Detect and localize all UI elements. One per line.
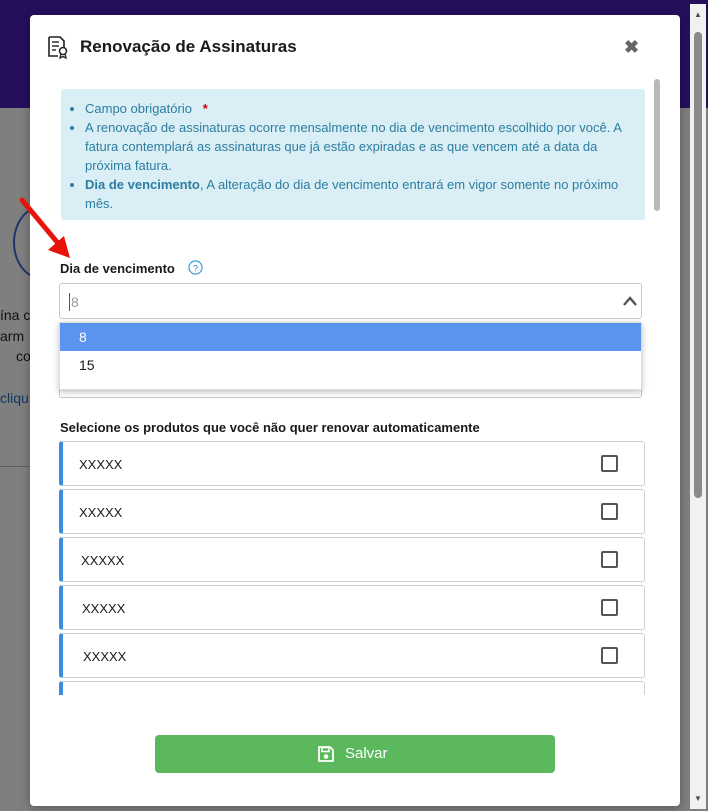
annotation-arrow-icon: [19, 197, 70, 258]
product-checkbox[interactable]: [601, 647, 618, 664]
info-required-item: Campo obrigatório *: [85, 99, 635, 118]
product-item[interactable]: XXXXX: [59, 633, 645, 678]
product-list: XXXXX XXXXX XXXXX XXXXX XXXXX: [59, 441, 646, 695]
due-day-option-8[interactable]: 8: [60, 323, 641, 351]
product-checkbox[interactable]: [601, 599, 618, 616]
due-day-value: 8: [71, 294, 79, 310]
text-caret: [69, 293, 70, 311]
required-mark: *: [202, 101, 208, 116]
product-name: XXXXX: [79, 457, 123, 472]
scroll-up-arrow-icon[interactable]: ▲: [694, 10, 702, 19]
certificate-document-icon: [48, 36, 68, 59]
due-day-option-15[interactable]: 15: [60, 351, 641, 379]
modal-scrollbar[interactable]: [654, 77, 660, 695]
info-due-bold: Dia de vencimento: [85, 177, 200, 192]
product-item[interactable]: XXXXX: [59, 489, 645, 534]
products-label: Selecione os produtos que você não quer …: [60, 420, 480, 435]
product-checkbox[interactable]: [601, 503, 618, 520]
product-name: XXXXX: [79, 505, 123, 520]
question-circle-icon[interactable]: ?: [188, 260, 203, 275]
required-text: Campo obrigatório: [85, 101, 192, 116]
product-item[interactable]: XXXXX: [59, 537, 645, 582]
window-scrollbar-thumb[interactable]: [694, 32, 702, 498]
modal-title: Renovação de Assinaturas: [80, 37, 297, 56]
info-due-item: Dia de vencimento, A alteração do dia de…: [85, 175, 635, 213]
info-box: Campo obrigatório * A renovação de assin…: [61, 89, 645, 220]
due-day-select[interactable]: 8: [59, 283, 642, 319]
floppy-disk-icon: [318, 746, 334, 762]
info-renewal-item: A renovação de assinaturas ocorre mensal…: [85, 118, 635, 175]
renewal-modal: Renovação de Assinaturas ✖ Campo obrigat…: [30, 15, 680, 806]
chevron-up-icon[interactable]: [622, 294, 638, 308]
product-name: XXXXX: [82, 601, 126, 616]
product-item[interactable]: XXXXX: [59, 441, 645, 486]
product-name: XXXXX: [81, 553, 125, 568]
modal-scrollbar-thumb[interactable]: [654, 79, 660, 211]
save-button[interactable]: Salvar: [155, 735, 555, 773]
product-checkbox[interactable]: [601, 455, 618, 472]
product-name: XXXXX: [83, 649, 127, 664]
scroll-down-arrow-icon[interactable]: ▼: [694, 794, 702, 803]
due-day-dropdown: 8 15: [59, 322, 642, 390]
product-item[interactable]: XXXXX: [59, 585, 645, 630]
product-checkbox[interactable]: [601, 551, 618, 568]
modal-header: Renovação de Assinaturas ✖: [30, 15, 680, 79]
save-button-label: Salvar: [345, 745, 388, 762]
product-item[interactable]: [59, 681, 645, 695]
close-icon[interactable]: ✖: [624, 37, 639, 58]
svg-text:?: ?: [193, 263, 198, 273]
window-scrollbar[interactable]: ▲ ▼: [690, 4, 706, 809]
